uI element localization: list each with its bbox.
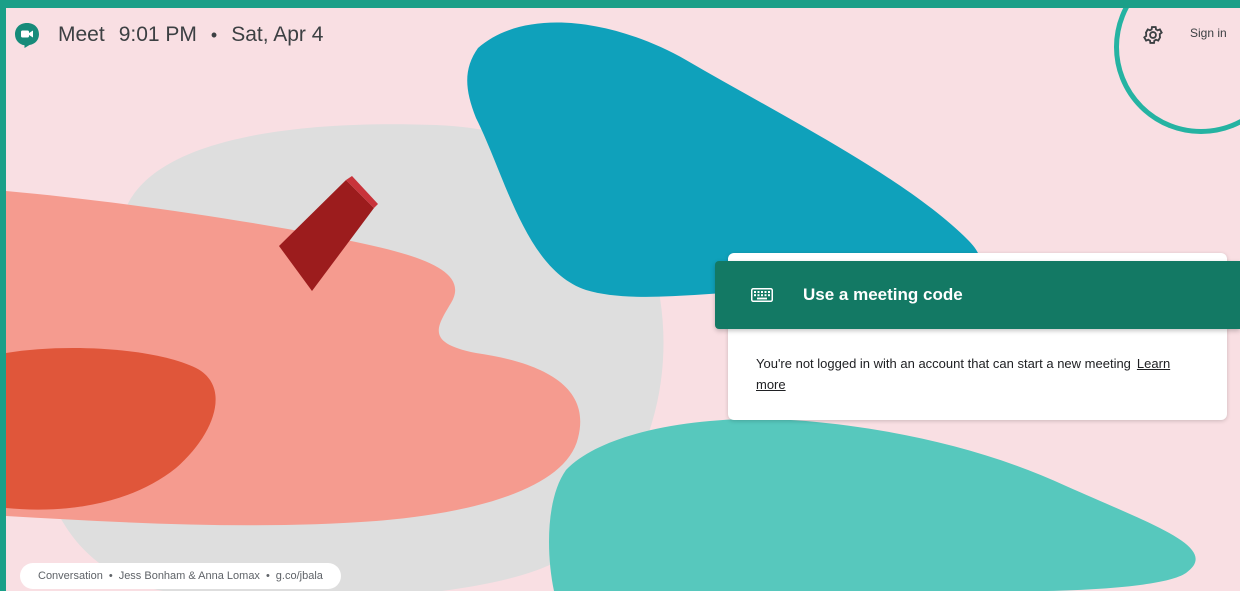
separator-dot: • xyxy=(210,24,218,45)
keyboard-icon xyxy=(751,288,773,302)
current-date: Sat, Apr 4 xyxy=(231,23,324,46)
artwork-credit-chip[interactable]: Conversation • Jess Bonham & Anna Lomax … xyxy=(20,563,341,589)
use-meeting-code-button[interactable]: Use a meeting code xyxy=(715,261,1240,329)
credit-title: Conversation xyxy=(38,570,103,582)
credit-dot: • xyxy=(108,570,113,582)
account-message-text: You're not logged in with an account tha… xyxy=(756,356,1131,371)
not-logged-in-message: You're not logged in with an account tha… xyxy=(756,353,1186,395)
credit-link[interactable]: g.co/jbala xyxy=(276,570,323,582)
credit-artists: Jess Bonham & Anna Lomax xyxy=(118,570,260,582)
top-bar: Meet 9:01 PM • Sat, Apr 4 Sign in xyxy=(6,8,1240,68)
teal-blob-shape xyxy=(549,418,1196,591)
use-meeting-code-label: Use a meeting code xyxy=(803,285,963,304)
settings-gear-icon[interactable] xyxy=(1142,24,1164,46)
brand: Meet 9:01 PM • Sat, Apr 4 xyxy=(14,22,323,48)
meet-logo-icon xyxy=(15,23,39,48)
meet-home-screen: Meet 9:01 PM • Sat, Apr 4 Sign in Use a xyxy=(6,8,1240,591)
credit-dot: • xyxy=(265,570,270,582)
current-time: 9:01 PM xyxy=(118,23,197,46)
app-name: Meet xyxy=(58,23,105,46)
sign-in-link[interactable]: Sign in xyxy=(1190,26,1227,40)
